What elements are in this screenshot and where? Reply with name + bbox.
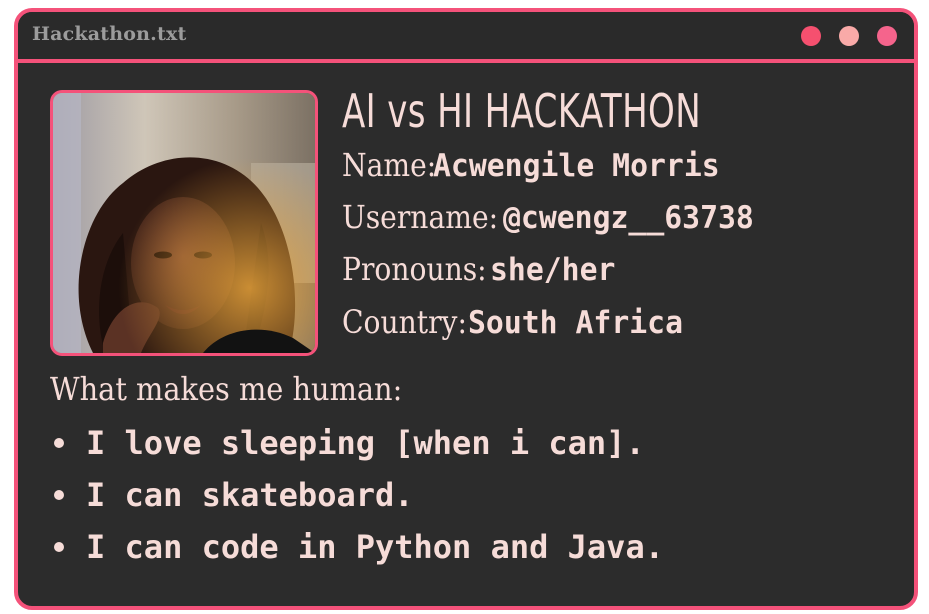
trait-text: I love sleeping [when i can]. (86, 424, 645, 462)
pronouns-field: Pronouns: she/her (342, 250, 621, 288)
list-item: I love sleeping [when i can]. (50, 417, 664, 469)
title-bar: Hackathon.txt (18, 12, 914, 63)
human-heading: What makes me human: (50, 370, 403, 408)
pronouns-value: she/her (490, 252, 616, 288)
name-value: Acwengile Morris (433, 148, 720, 184)
name-label: Name: (342, 146, 437, 184)
list-item: I can code in Python and Java. (50, 521, 664, 573)
bullet-icon (54, 490, 64, 500)
profile-photo (50, 90, 318, 356)
hackathon-window: Hackathon.txt AI vs HI HACKATHON Name:Ac… (14, 8, 918, 610)
maximize-button[interactable] (877, 26, 897, 46)
trait-text: I can code in Python and Java. (86, 528, 664, 566)
pronouns-label: Pronouns: (342, 250, 487, 288)
page-title: AI vs HI HACKATHON (342, 84, 702, 138)
minimize-button[interactable] (839, 26, 859, 46)
bullet-icon (54, 542, 64, 552)
country-field: Country:South Africa (342, 303, 692, 341)
close-button[interactable] (801, 26, 821, 46)
trait-text: I can skateboard. (86, 476, 414, 514)
country-value: South Africa (467, 305, 683, 341)
username-label: Username: (342, 198, 499, 236)
traits-list: I love sleeping [when i can]. I can skat… (50, 417, 664, 573)
country-label: Country: (342, 303, 467, 341)
list-item: I can skateboard. (50, 469, 664, 521)
username-field: Username: @cwengz__63738 (342, 198, 765, 236)
name-field: Name:Acwengile Morris (342, 146, 732, 184)
username-value: @cwengz__63738 (503, 200, 755, 236)
window-title: Hackathon.txt (32, 23, 187, 45)
bullet-icon (54, 438, 64, 448)
